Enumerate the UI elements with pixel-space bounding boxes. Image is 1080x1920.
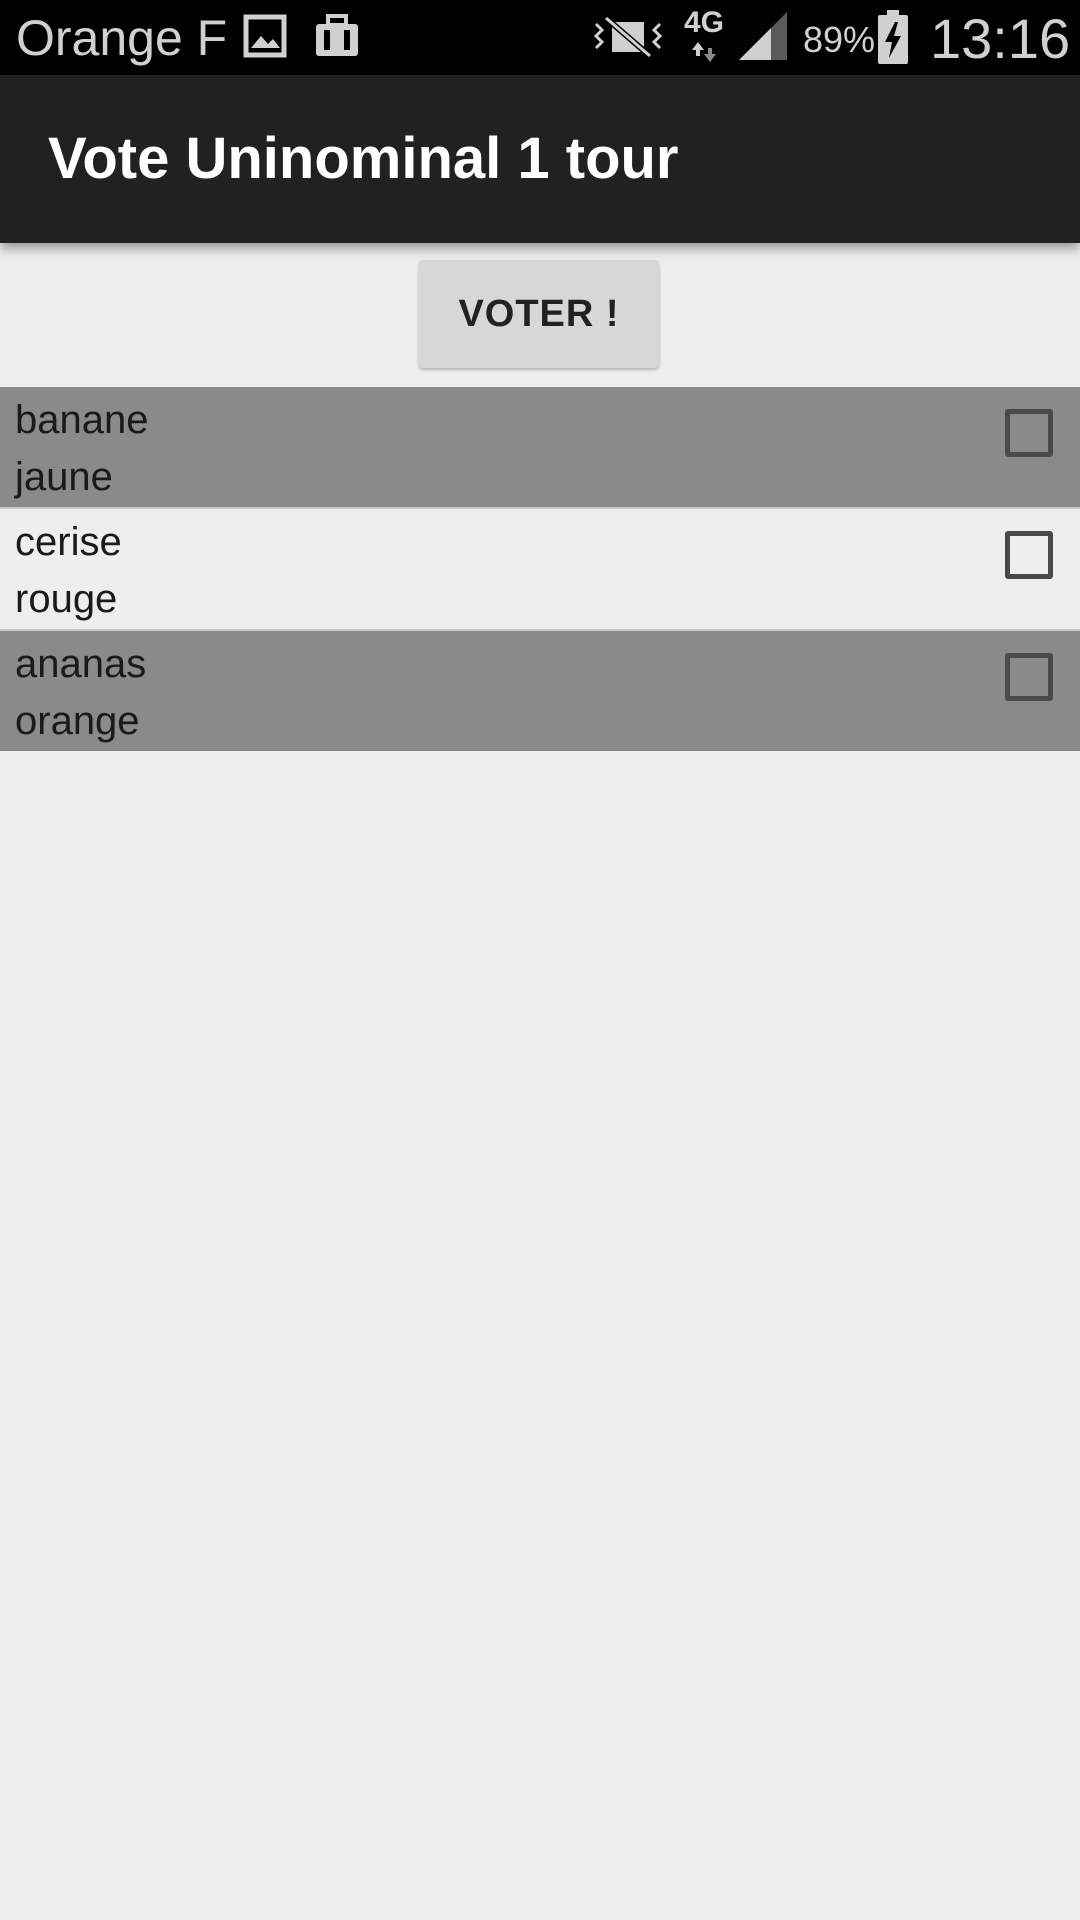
network-label: 4G — [684, 6, 725, 39]
list-item[interactable]: cerise rouge — [0, 509, 1080, 631]
item-name: ananas — [15, 642, 147, 686]
battery-percent: 89% — [803, 19, 876, 60]
page-title: Vote Uninominal 1 tour — [48, 126, 679, 191]
briefcase-icon — [316, 14, 358, 56]
vote-checkbox[interactable] — [1005, 409, 1053, 457]
status-bar: Orange F 4G 89% 13:16 — [0, 0, 1080, 75]
item-color: orange — [15, 699, 140, 743]
candidate-list: banane jaune cerise rouge ananas orange — [0, 387, 1080, 751]
list-item[interactable]: ananas orange — [0, 631, 1080, 751]
item-name: cerise — [15, 520, 122, 564]
item-color: jaune — [15, 455, 113, 499]
vote-button[interactable]: VOTER ! — [419, 260, 659, 368]
item-name: banane — [15, 398, 149, 442]
vote-checkbox[interactable] — [1005, 653, 1053, 701]
app-bar: Vote Uninominal 1 tour — [0, 75, 1080, 243]
list-item[interactable]: banane jaune — [0, 387, 1080, 509]
clock: 13:16 — [930, 7, 1071, 70]
image-icon — [243, 14, 287, 58]
network-4g-icon: 4G — [682, 6, 726, 66]
signal-icon — [739, 12, 787, 60]
carrier-name: Orange F — [16, 10, 228, 66]
vote-checkbox[interactable] — [1005, 531, 1053, 579]
battery-charging-icon — [878, 10, 908, 64]
item-color: rouge — [15, 577, 118, 621]
vibrate-icon — [593, 15, 663, 59]
